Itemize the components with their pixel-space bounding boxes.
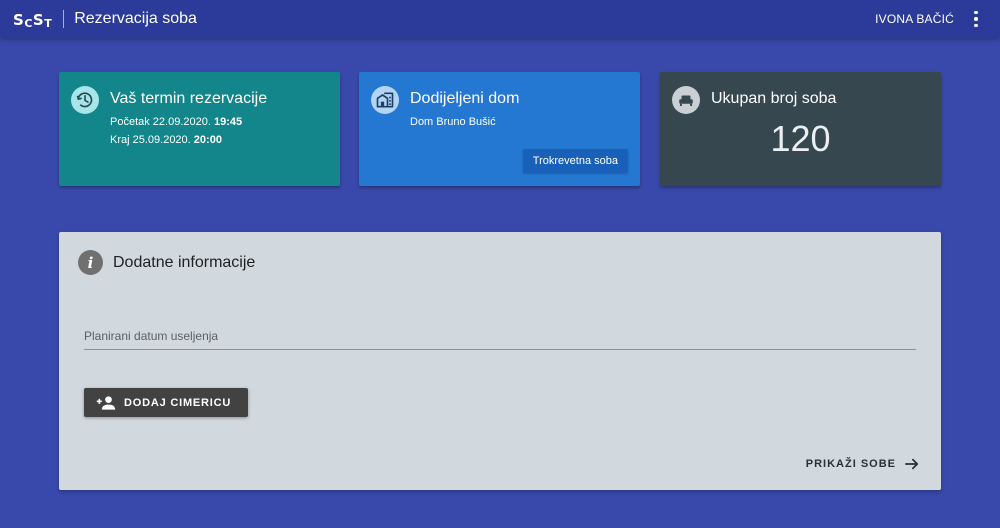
card-title: Dodijeljeni dom xyxy=(410,90,520,107)
card-title: Ukupan broj soba xyxy=(711,90,837,107)
app-bar: SCST Rezervacija soba IVONA BAČIĆ xyxy=(0,0,1000,38)
logo-letter: C xyxy=(24,17,33,30)
total-rooms-count: 120 xyxy=(770,118,831,159)
start-time: 19:45 xyxy=(213,116,243,128)
clock-icon xyxy=(71,86,99,114)
show-rooms-label: PRIKAŽI SOBE xyxy=(805,458,896,470)
panel-title: Dodatne informacije xyxy=(113,254,256,271)
app-logo[interactable]: SCST xyxy=(13,9,53,30)
end-time: 20:00 xyxy=(193,134,222,146)
appbar-divider xyxy=(63,10,65,28)
arrow-right-icon xyxy=(905,458,919,470)
building-icon xyxy=(371,86,399,114)
logo-letter: S xyxy=(13,11,25,29)
assigned-dorm-card: Dodijeljeni dom Dom Bruno Bušić Trokreve… xyxy=(359,72,640,186)
card-title: Vaš termin rezervacije xyxy=(110,90,268,107)
room-type-button[interactable]: Trokrevetna soba xyxy=(522,149,628,173)
person-add-icon xyxy=(96,395,116,410)
dorm-name: Dom Bruno Bušić xyxy=(410,116,496,128)
logo-letter: T xyxy=(44,17,53,30)
end-date: Kraj 25.09.2020. xyxy=(110,134,191,146)
logo-letter: S xyxy=(32,11,45,29)
add-roommate-button[interactable]: DODAJ CIMERICU xyxy=(84,388,248,417)
reservation-end: Kraj 25.09.2020. 20:00 xyxy=(110,134,222,146)
reservation-start: Početak 22.09.2020. 19:45 xyxy=(110,116,242,128)
additional-info-panel: i Dodatne informacije DODAJ CIMERICU PRI… xyxy=(59,232,941,490)
start-date: Početak 22.09.2020. xyxy=(110,116,211,128)
info-icon: i xyxy=(78,250,103,275)
app-title: Rezervacija soba xyxy=(74,10,197,27)
user-name[interactable]: IVONA BAČIĆ xyxy=(875,12,954,26)
move-in-date-input[interactable] xyxy=(84,322,916,350)
show-rooms-button[interactable]: PRIKAŽI SOBE xyxy=(806,454,919,474)
more-vert-icon[interactable] xyxy=(966,7,986,31)
bed-icon xyxy=(672,86,700,114)
total-rooms-card: Ukupan broj soba 120 xyxy=(660,72,941,186)
add-roommate-label: DODAJ CIMERICU xyxy=(124,396,232,409)
reservation-term-card: Vaš termin rezervacije Početak 22.09.202… xyxy=(59,72,340,186)
